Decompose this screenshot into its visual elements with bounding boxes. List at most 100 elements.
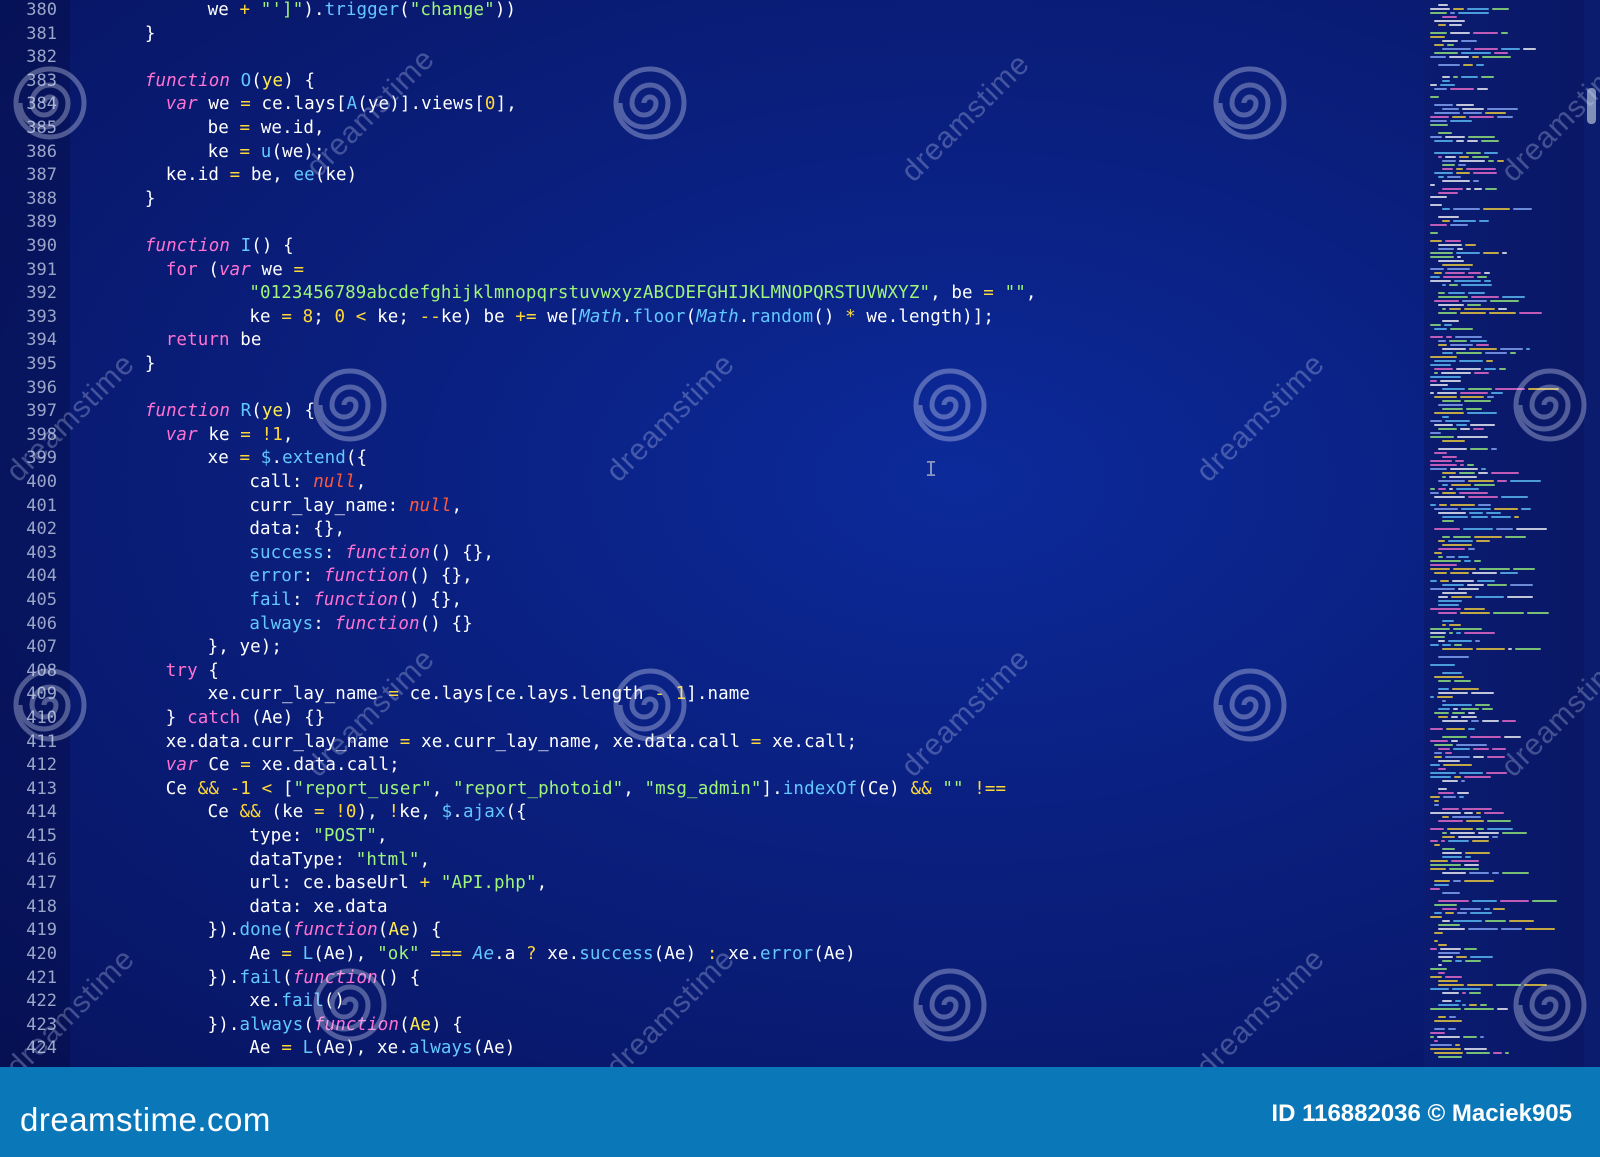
minimap-stroke [1482,720,1499,722]
code-line[interactable]: }, ye); [84,636,282,660]
minimap-stroke [1430,764,1440,766]
code-line[interactable]: dataType: "html", [84,849,430,873]
minimap-stroke [1438,428,1457,430]
code-line[interactable]: for (var we = [84,259,304,283]
minimap-stroke [1442,648,1473,650]
minimap-stroke [1486,512,1501,514]
code-line[interactable]: we + "']").trigger("change")) [84,0,516,23]
code-token: = [229,165,241,186]
code-line[interactable]: xe.fail() [84,990,345,1014]
code-token: "" [942,778,964,799]
minimap-stroke [1477,88,1488,90]
code-line[interactable] [84,211,124,235]
code-line[interactable]: ke = 8; 0 < ke; --ke) be += we[Math.floo… [84,306,994,330]
code-line[interactable]: } [84,188,156,212]
minimap-stroke [1458,12,1489,14]
code-token: Ce [165,778,198,799]
minimap-stroke [1470,340,1487,342]
code-line[interactable]: } [84,23,156,47]
code-line[interactable]: fail: function() {}, [84,589,462,613]
minimap-stroke [1434,1052,1463,1054]
minimap-stroke [1484,280,1491,282]
code-line[interactable] [84,46,124,70]
code-line[interactable]: function I() { [84,235,294,259]
minimap-stroke [1430,384,1448,386]
code-line[interactable]: xe.data.curr_lay_name = xe.curr_lay_name… [84,731,857,755]
code-line[interactable]: "0123456789abcdefghijklmnopqrstuvwxyzABC… [84,282,1036,306]
minimap-stroke [1442,848,1455,850]
minimap-stroke [1468,712,1475,714]
code-line[interactable]: url: ce.baseUrl + "API.php", [84,872,547,896]
vertical-scrollbar[interactable] [1584,0,1600,1067]
code-line[interactable]: var ke = !1, [84,424,294,448]
code-line[interactable]: }).done(function(Ae) { [84,919,442,943]
code-line[interactable]: call: null, [84,471,366,495]
minimap-stroke [1434,744,1453,746]
code-line[interactable]: data: xe.data [84,896,388,920]
minimap-stroke [1475,640,1480,642]
code-line[interactable]: data: {}, [84,518,345,542]
code-line[interactable]: }).always(function(Ae) { [84,1014,463,1038]
minimap-stroke [1498,308,1507,310]
minimap-stroke [1468,496,1498,498]
code-token: () { [251,236,294,256]
minimap-stroke [1430,968,1447,970]
code-editor[interactable]: 380 381 382 383 384 385 386 387 388 389 390 391 392 3… [0,0,1600,1067]
minimap-stroke [1482,708,1493,710]
minimap-stroke [1456,252,1480,254]
code-line[interactable]: Ce && (ke = !0), !ke, $.ajax({ [84,801,527,825]
code-line[interactable]: success: function() {}, [84,542,494,566]
minimap-stroke [1430,1032,1445,1034]
minimap-stroke [1438,612,1457,614]
code-line[interactable]: var Ce = xe.data.call; [84,754,400,778]
minimap-stroke [1434,884,1449,886]
code-token: -- [419,306,441,327]
minimap-stroke [1438,792,1454,794]
code-token: () {}, [398,590,463,610]
code-token: ].name [686,684,751,705]
code-token: , [377,826,388,846]
minimap-stroke [1434,52,1458,54]
minimap-stroke [1466,408,1482,410]
code-line[interactable]: return be [84,329,262,353]
minimap-stroke [1442,736,1467,738]
code-line[interactable]: Ce && -1 < ["report_user", "report_photo… [84,778,1006,802]
code-line[interactable]: xe = $.extend({ [84,447,367,471]
minimap-stroke [1480,1036,1484,1038]
code-line[interactable]: function R(ye) { [84,400,315,424]
minimap-stroke [1442,76,1450,78]
code-line[interactable]: always: function() {} [84,613,473,637]
code-line[interactable]: be = we.id, [84,117,325,141]
minimap-stroke [1455,336,1482,338]
minimap-stroke [1465,960,1481,962]
minimap-stroke [1460,392,1488,394]
code-line[interactable]: function O(ye) { [84,70,315,94]
code-line[interactable]: try { [84,660,219,684]
minimap-stroke [1449,308,1461,310]
code-token: ke, [399,802,442,823]
minimap-stroke [1434,712,1449,714]
minimap-stroke [1491,392,1503,394]
code-line[interactable]: var we = ce.lays[A(ye)].views[0], [84,93,517,117]
code-line[interactable]: type: "POST", [84,825,388,849]
code-token: ! [261,424,273,445]
code-line[interactable]: } catch (Ae) {} [84,707,325,731]
code-line[interactable]: ke = u(we); [84,141,325,165]
minimap-stroke [1430,420,1442,422]
minimap-stroke [1500,572,1518,574]
minimap-stroke [1434,800,1439,802]
minimap-stroke [1510,480,1541,482]
code-token: ({ [345,448,368,469]
minimap-stroke [1434,360,1456,362]
code-token: function [334,613,420,634]
code-token: .a [494,944,527,964]
minimap-stroke [1442,536,1450,538]
code-line[interactable]: Ae = L(Ae), "ok" === Ae.a ? xe.success(A… [84,943,856,967]
minimap-stroke [1461,284,1492,286]
code-line[interactable]: curr_lay_name: null, [84,495,462,519]
minimap-stroke [1460,464,1464,466]
code-line[interactable]: error: function() {}, [84,565,473,589]
minimap-stroke [1442,856,1462,858]
code-line[interactable]: Ae = L(Ae), xe.always(Ae) [84,1037,515,1061]
